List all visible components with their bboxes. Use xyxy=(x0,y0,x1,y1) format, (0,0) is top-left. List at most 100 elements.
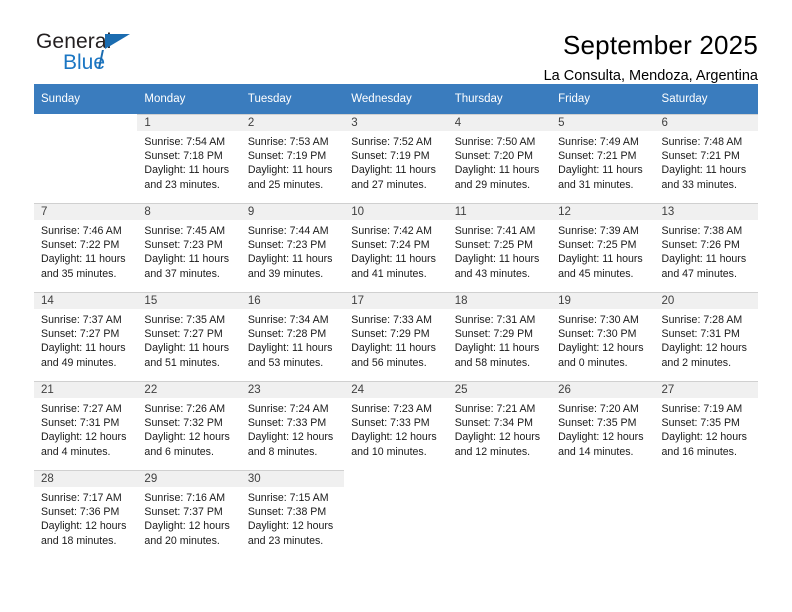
calendar-day-cell[interactable]: 30 Sunrise: 7:15 AM Sunset: 7:38 PM Dayligh… xyxy=(240,470,345,559)
calendar-day-cell[interactable]: 26 Sunrise: 7:20 AM Sunset: 7:35 PM Dayligh… xyxy=(551,381,655,470)
calendar-day-cell[interactable]: 6 Sunrise: 7:48 AM Sunset: 7:21 PM Daylight… xyxy=(654,114,758,203)
day-number: 28 xyxy=(34,471,138,487)
sunset-text: Sunset: 7:23 PM xyxy=(144,239,223,252)
daylight-text-line1: Daylight: 11 hours xyxy=(247,342,333,355)
day-cell-30: 30 Sunrise: 7:15 AM Sunset: 7:38 PM Dayligh… xyxy=(240,470,345,559)
daylight-text-line2: and 2 minutes. xyxy=(661,356,732,369)
daylight-text-line2: and 8 minutes. xyxy=(247,445,318,458)
calendar-day-cell[interactable]: 25 Sunrise: 7:21 AM Sunset: 7:34 PM Dayligh… xyxy=(447,381,552,470)
daylight-text-line1: Daylight: 11 hours xyxy=(558,253,643,266)
day-details: Sunrise: 7:31 AM Sunset: 7:29 PM Daylight:… xyxy=(448,309,551,370)
calendar-day-cell[interactable]: 5 Sunrise: 7:49 AM Sunset: 7:21 PM Daylight… xyxy=(551,114,655,203)
calendar-day-cell[interactable]: 24 Sunrise: 7:23 AM Sunset: 7:33 PM Dayligh… xyxy=(344,381,448,470)
daylight-text-line2: and 45 minutes. xyxy=(558,267,634,280)
daylight-text-line2: and 4 minutes. xyxy=(41,445,111,458)
daylight-text-line1: Daylight: 11 hours xyxy=(144,342,230,355)
calendar-table: Sunday Monday Tuesday Wednesday Thursday… xyxy=(34,84,758,559)
calendar-day-cell[interactable]: 9 Sunrise: 7:44 AM Sunset: 7:23 PM Daylight… xyxy=(240,203,345,292)
calendar-day-cell[interactable]: 22 Sunrise: 7:26 AM Sunset: 7:32 PM Dayligh… xyxy=(137,381,241,470)
daylight-text-line1: Daylight: 11 hours xyxy=(41,253,126,266)
day-number: 21 xyxy=(34,382,138,398)
calendar-day-cell[interactable]: 23 Sunrise: 7:24 AM Sunset: 7:33 PM Dayligh… xyxy=(240,381,345,470)
day-details: Sunrise: 7:21 AM Sunset: 7:34 PM Daylight:… xyxy=(448,398,551,459)
calendar-day-cell[interactable]: 16 Sunrise: 7:34 AM Sunset: 7:28 PM Dayligh… xyxy=(240,292,345,381)
calendar-day-cell[interactable]: 10 Sunrise: 7:42 AM Sunset: 7:24 PM Dayligh… xyxy=(344,203,448,292)
weekday-header-sunday: Sunday xyxy=(34,84,138,114)
calendar-day-cell[interactable]: 2 Sunrise: 7:53 AM Sunset: 7:19 PM Daylight… xyxy=(240,114,345,203)
calendar-day-cell[interactable]: 11 Sunrise: 7:41 AM Sunset: 7:25 PM Dayligh… xyxy=(447,203,552,292)
calendar-day-cell[interactable]: 20 Sunrise: 7:28 AM Sunset: 7:31 PM Dayligh… xyxy=(654,292,758,381)
calendar-day-cell[interactable]: 12 Sunrise: 7:39 AM Sunset: 7:25 PM Dayligh… xyxy=(551,203,655,292)
day-number: 23 xyxy=(240,382,345,398)
daylight-text-line1: Daylight: 12 hours xyxy=(454,431,541,444)
day-number: 27 xyxy=(654,382,758,398)
daylight-text-line2: and 20 minutes. xyxy=(144,534,220,547)
day-cell-17: 17 Sunrise: 7:33 AM Sunset: 7:29 PM Dayligh… xyxy=(344,292,448,381)
sunrise-text: Sunrise: 7:53 AM xyxy=(247,136,329,148)
daylight-text-line1: Daylight: 12 hours xyxy=(661,431,747,444)
calendar-day-cell[interactable]: 4 Sunrise: 7:50 AM Sunset: 7:20 PM Daylight… xyxy=(447,114,552,203)
calendar-day-cell[interactable]: 17 Sunrise: 7:33 AM Sunset: 7:29 PM Dayligh… xyxy=(344,292,448,381)
sunrise-text: Sunrise: 7:50 AM xyxy=(454,136,536,148)
day-cell-6: 6 Sunrise: 7:48 AM Sunset: 7:21 PM Daylight… xyxy=(654,114,758,203)
day-number: 17 xyxy=(344,293,448,309)
daylight-text-line2: and 23 minutes. xyxy=(247,534,324,547)
day-number: 16 xyxy=(240,293,345,309)
sunrise-text: Sunrise: 7:15 AM xyxy=(247,492,329,504)
daylight-text-line1: Daylight: 11 hours xyxy=(454,164,540,177)
sunrise-text: Sunrise: 7:35 AM xyxy=(144,314,226,326)
sunset-text: Sunset: 7:18 PM xyxy=(144,150,223,163)
day-number: 3 xyxy=(344,115,448,131)
day-details: Sunrise: 7:53 AM Sunset: 7:19 PM Daylight:… xyxy=(241,131,344,192)
sunset-text: Sunset: 7:19 PM xyxy=(247,150,327,163)
calendar-day-cell[interactable]: 14 Sunrise: 7:37 AM Sunset: 7:27 PM Dayligh… xyxy=(34,292,138,381)
day-cell-15: 15 Sunrise: 7:35 AM Sunset: 7:27 PM Dayligh… xyxy=(137,292,241,381)
day-cell-empty xyxy=(551,470,654,559)
calendar-day-cell[interactable]: 1 Sunrise: 7:54 AM Sunset: 7:18 PM Daylight… xyxy=(137,114,241,203)
calendar-day-cell[interactable]: 15 Sunrise: 7:35 AM Sunset: 7:27 PM Dayligh… xyxy=(137,292,241,381)
day-number: 18 xyxy=(447,293,552,309)
daylight-text-line2: and 33 minutes. xyxy=(661,178,737,191)
calendar-day-cell[interactable]: 8 Sunrise: 7:45 AM Sunset: 7:23 PM Daylight… xyxy=(137,203,241,292)
day-cell-empty xyxy=(34,114,137,203)
calendar-day-cell[interactable]: 21 Sunrise: 7:27 AM Sunset: 7:31 PM Dayligh… xyxy=(34,381,138,470)
weekday-header-wednesday: Wednesday xyxy=(344,84,448,114)
sunset-text: Sunset: 7:26 PM xyxy=(661,239,740,252)
daylight-text-line2: and 18 minutes. xyxy=(41,534,117,547)
day-details: Sunrise: 7:27 AM Sunset: 7:31 PM Daylight:… xyxy=(34,398,137,459)
daylight-text-line2: and 0 minutes. xyxy=(558,356,628,369)
daylight-text-line2: and 56 minutes. xyxy=(351,356,427,369)
calendar-day-cell[interactable]: 13 Sunrise: 7:38 AM Sunset: 7:26 PM Dayligh… xyxy=(654,203,758,292)
daylight-text-line1: Daylight: 11 hours xyxy=(41,342,126,355)
day-number: 1 xyxy=(137,115,241,131)
calendar-day-cell[interactable]: 29 Sunrise: 7:16 AM Sunset: 7:37 PM Dayligh… xyxy=(137,470,241,559)
sunrise-text: Sunrise: 7:38 AM xyxy=(661,225,743,237)
brand-logo[interactable]: General Blue xyxy=(34,30,151,78)
calendar-day-cell[interactable]: 18 Sunrise: 7:31 AM Sunset: 7:29 PM Dayligh… xyxy=(447,292,552,381)
sunset-text: Sunset: 7:24 PM xyxy=(351,239,430,252)
calendar-day-cell[interactable]: 19 Sunrise: 7:30 AM Sunset: 7:30 PM Dayligh… xyxy=(551,292,655,381)
day-cell-11: 11 Sunrise: 7:41 AM Sunset: 7:25 PM Dayligh… xyxy=(447,203,552,292)
calendar-day-cell[interactable]: 27 Sunrise: 7:19 AM Sunset: 7:35 PM Dayligh… xyxy=(654,381,758,470)
day-cell-2: 2 Sunrise: 7:53 AM Sunset: 7:19 PM Daylight… xyxy=(240,114,345,203)
sunrise-text: Sunrise: 7:30 AM xyxy=(558,314,639,326)
sunrise-text: Sunrise: 7:17 AM xyxy=(41,492,122,504)
day-number: 19 xyxy=(551,293,655,309)
day-cell-3: 3 Sunrise: 7:52 AM Sunset: 7:19 PM Daylight… xyxy=(344,114,448,203)
day-details: Sunrise: 7:38 AM Sunset: 7:26 PM Daylight:… xyxy=(655,220,758,281)
sunset-text: Sunset: 7:34 PM xyxy=(454,417,534,430)
calendar-day-cell[interactable]: 3 Sunrise: 7:52 AM Sunset: 7:19 PM Daylight… xyxy=(344,114,448,203)
page-title: September 2025 xyxy=(562,30,758,60)
daylight-text-line2: and 47 minutes. xyxy=(661,267,737,280)
day-number xyxy=(34,114,137,130)
sunset-text: Sunset: 7:30 PM xyxy=(558,328,637,341)
sunrise-text: Sunrise: 7:21 AM xyxy=(454,403,536,415)
day-cell-7: 7 Sunrise: 7:46 AM Sunset: 7:22 PM Daylight… xyxy=(34,203,138,292)
day-number: 14 xyxy=(34,293,138,309)
sunrise-text: Sunrise: 7:33 AM xyxy=(351,314,432,326)
daylight-text-line1: Daylight: 12 hours xyxy=(247,520,334,533)
calendar-day-cell[interactable]: 28 Sunrise: 7:17 AM Sunset: 7:36 PM Dayligh… xyxy=(34,470,138,559)
day-cell-1: 1 Sunrise: 7:54 AM Sunset: 7:18 PM Daylight… xyxy=(137,114,241,203)
brand-name-blue: Blue xyxy=(63,51,106,74)
calendar-day-cell[interactable]: 7 Sunrise: 7:46 AM Sunset: 7:22 PM Daylight… xyxy=(34,203,138,292)
